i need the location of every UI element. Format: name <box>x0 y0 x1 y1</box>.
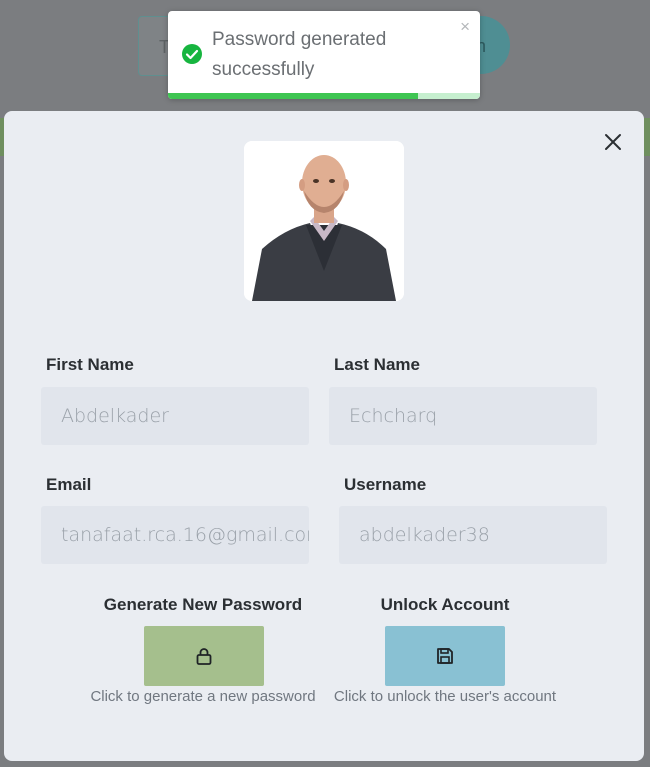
user-details-modal: First Name Abdelkader Last Name Echcharq… <box>4 111 644 761</box>
last-name-field[interactable]: Echcharq <box>329 387 597 445</box>
generate-password-title: Generate New Password <box>103 595 303 614</box>
email-label: Email <box>46 475 92 494</box>
first-name-field[interactable]: Abdelkader <box>41 387 309 445</box>
unlock-account-button[interactable] <box>385 626 505 686</box>
generate-password-hint: Click to generate a new password <box>90 688 316 705</box>
toast-message: Password generated successfully <box>212 29 387 80</box>
check-circle-icon <box>182 44 202 64</box>
avatar <box>244 141 404 301</box>
generate-password-button[interactable] <box>144 626 264 686</box>
user-photo <box>244 141 404 301</box>
toast-close-button[interactable]: × <box>460 17 470 37</box>
last-name-label: Last Name <box>334 355 420 374</box>
save-icon <box>437 648 453 664</box>
lock-icon <box>196 648 212 665</box>
toast-progress-bar <box>168 93 418 99</box>
email-field[interactable]: tanafaat.rca.16@gmail.com <box>41 506 309 564</box>
first-name-label: First Name <box>46 355 134 374</box>
username-label: Username <box>344 475 427 494</box>
username-field[interactable]: abdelkader38 <box>339 506 607 564</box>
unlock-account-title: Unlock Account <box>380 595 510 614</box>
unlock-account-hint: Click to unlock the user's account <box>333 688 557 705</box>
modal-close-button[interactable] <box>602 131 624 153</box>
success-toast: Password generated successfully × <box>168 11 480 99</box>
close-icon <box>605 134 621 150</box>
